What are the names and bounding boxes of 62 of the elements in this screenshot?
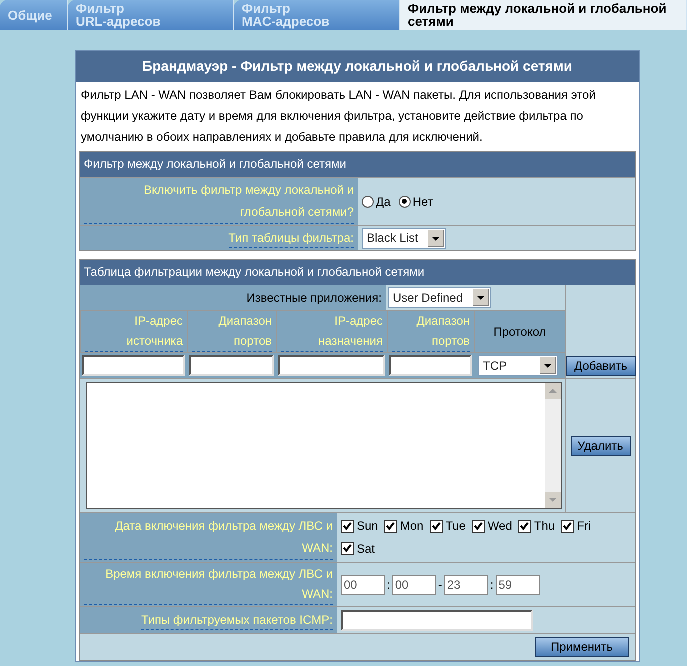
checkmark-icon <box>432 522 441 531</box>
column-header: Протокол <box>494 324 546 340</box>
checkbox[interactable] <box>384 520 398 533</box>
day-label: Mon <box>400 518 424 536</box>
filter-type-select[interactable]: Black List <box>362 228 446 248</box>
days-label: Дата включения фильтра между ЛВС и WAN: <box>84 515 333 560</box>
rules-list[interactable] <box>86 382 562 509</box>
checkbox[interactable] <box>561 520 574 533</box>
panel-title: Брандмауэр - Фильтр между локальной и глобальной сетями <box>76 51 639 82</box>
protocol-select[interactable]: TCP <box>478 355 558 376</box>
input-field[interactable] <box>82 355 185 376</box>
day-label: Tue <box>446 518 466 536</box>
time-separator: : <box>387 576 390 594</box>
checkmark-icon <box>563 522 572 531</box>
delete-button[interactable]: Удалить <box>570 436 630 456</box>
radio-label: Да <box>376 194 391 210</box>
time-field[interactable]: 00 <box>392 574 436 594</box>
time-field[interactable]: 59 <box>496 574 540 594</box>
dropdown-arrow-icon <box>540 357 556 374</box>
tab[interactable]: Фильтр между локальной и глобальной сетями <box>400 0 687 30</box>
filter-type-label: Тип таблицы фильтра: <box>228 228 354 248</box>
add-button[interactable]: Добавить <box>566 356 636 376</box>
time-separator: : <box>490 576 494 594</box>
checkmark-icon <box>474 522 483 531</box>
input-field[interactable] <box>389 355 472 376</box>
checkbox[interactable] <box>341 542 354 556</box>
description-text: Фильтр LAN - WAN позволяет Вам блокировать LAN - WAN пакеты. Для использования этой функции укажите дату и время для включения фильтра, установите действие фильтра по умолчанию в обоих направлениях и добавьте правила для исключений. <box>80 87 597 146</box>
scroll-down-icon <box>545 492 561 508</box>
checkbox[interactable] <box>430 520 443 533</box>
day-label: Wed <box>488 518 512 536</box>
input-field[interactable] <box>189 355 274 376</box>
apply-button[interactable]: Применить <box>535 637 629 657</box>
section-header: Таблица фильтрации между локальной и глобальной сетями <box>80 260 635 285</box>
radio-button[interactable] <box>362 196 374 208</box>
icmp-input-field[interactable] <box>341 610 533 630</box>
checkmark-icon <box>520 522 530 531</box>
day-label: Sun <box>357 518 378 536</box>
time-field[interactable]: 00 <box>341 574 385 594</box>
known-apps-select[interactable]: User Defined <box>388 287 491 308</box>
time-field[interactable]: 23 <box>444 574 488 594</box>
dropdown-arrow-icon <box>473 289 489 306</box>
checkmark-icon <box>386 522 396 531</box>
day-label: Fri <box>577 518 592 536</box>
radio-label: Нет <box>412 194 434 210</box>
checkmark-icon <box>343 544 352 554</box>
radio-button[interactable] <box>398 196 411 208</box>
checkbox[interactable] <box>518 520 532 533</box>
input-field[interactable] <box>278 355 385 376</box>
known-apps-label: Известные приложения: <box>246 290 382 306</box>
dropdown-arrow-icon <box>428 230 444 246</box>
time-separator: - <box>438 576 442 594</box>
checkmark-icon <box>343 522 352 531</box>
day-label: Thu <box>534 518 556 536</box>
checkbox[interactable] <box>472 520 485 533</box>
time-label: Время включения фильтра между ЛВС и WAN: <box>84 564 333 605</box>
day-label: Sat <box>357 540 376 558</box>
section-header: Фильтр между локальной и глобальной сетями <box>80 152 635 177</box>
scroll-up-icon <box>545 383 561 399</box>
checkbox[interactable] <box>341 520 354 533</box>
enable-filter-label: Включить фильтр между локальной и глобальной сетями? <box>84 179 354 224</box>
icmp-label: Типы фильтруемых пакетов ICMP: <box>141 610 333 630</box>
scrollbar[interactable] <box>545 383 561 508</box>
